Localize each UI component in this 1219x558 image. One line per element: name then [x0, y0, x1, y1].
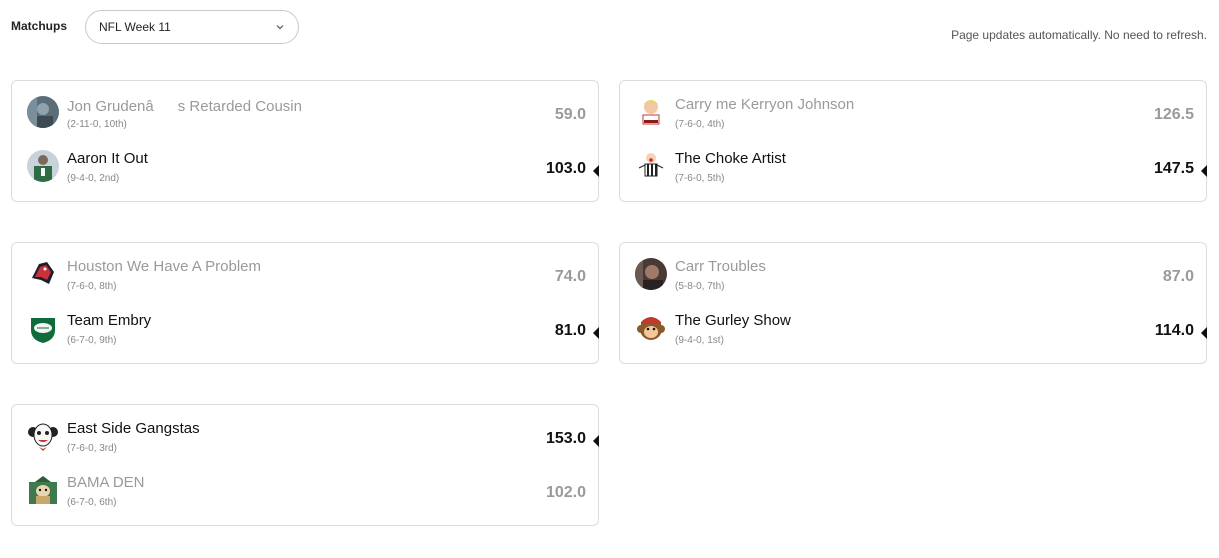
team-score: 59.0 — [554, 106, 586, 123]
team-score: 87.0 — [1162, 268, 1194, 285]
referee-avatar — [635, 150, 667, 182]
team-score: 114.0 — [1154, 322, 1194, 339]
winner-arrow-icon — [593, 165, 599, 177]
football-shield-avatar — [27, 312, 59, 344]
winner-arrow-icon — [1201, 327, 1207, 339]
team-row[interactable]: The Choke Artist (7-6-0, 5th) 147.5 — [620, 143, 1207, 197]
team-record: (6-7-0, 6th) — [67, 497, 117, 508]
green-mascot-avatar — [27, 474, 59, 506]
team-score: 126.5 — [1153, 106, 1194, 123]
team-name[interactable]: Aaron It Out — [67, 150, 148, 167]
team-name[interactable]: The Gurley Show — [675, 312, 791, 329]
team-record: (9-4-0, 2nd) — [67, 173, 120, 184]
monkey-avatar — [635, 312, 667, 344]
team-score: 81.0 — [554, 322, 586, 339]
team-row[interactable]: Carry me Kerryon Johnson (7-6-0, 4th) 12… — [620, 89, 1206, 143]
team-row[interactable]: Houston We Have A Problem (7-6-0, 8th) 7… — [12, 251, 598, 305]
matchup-card[interactable]: Jon Grudenâs Retarded Cousin (2-11-0, … — [11, 80, 599, 202]
team-row[interactable]: Carr Troubles (5-8-0, 7th) 87.0 — [620, 251, 1206, 305]
team-record: (9-4-0, 1st) — [675, 335, 724, 346]
team-score: 74.0 — [554, 268, 586, 285]
matchup-card[interactable]: Carry me Kerryon Johnson (7-6-0, 4th) 12… — [619, 80, 1207, 202]
team-score: 147.5 — [1153, 160, 1194, 177]
team-row[interactable]: Aaron It Out (9-4-0, 2nd) 103.0 — [12, 143, 599, 197]
team-row[interactable]: Jon Grudenâs Retarded Cousin (2-11-0, … — [12, 89, 598, 143]
matchup-card[interactable]: East Side Gangstas (7-6-0, 3rd) 153.0 BA… — [11, 404, 599, 526]
team-row[interactable]: BAMA DEN (6-7-0, 6th) 102.0 — [12, 467, 598, 521]
matchup-card[interactable]: Houston We Have A Problem (7-6-0, 8th) 7… — [11, 242, 599, 364]
team-name[interactable]: The Choke Artist — [675, 150, 786, 167]
team-name[interactable]: Houston We Have A Problem — [67, 258, 261, 275]
matchups-label: Matchups — [11, 19, 68, 33]
team-record: (5-8-0, 7th) — [675, 281, 725, 292]
dark-photo-avatar — [27, 96, 59, 128]
team-score: 102.0 — [545, 484, 586, 501]
winner-arrow-icon — [593, 435, 599, 447]
top-bar: Matchups NFL Week 11 Page updates automa… — [0, 0, 1219, 60]
chevron-down-icon — [276, 25, 284, 30]
auto-update-note: Page updates automatically. No need to r… — [951, 28, 1207, 42]
team-score: 103.0 — [545, 160, 586, 177]
team-name[interactable]: Team Embry — [67, 312, 151, 329]
horse-logo-avatar — [27, 258, 59, 290]
team-record: (6-7-0, 9th) — [67, 335, 117, 346]
team-row[interactable]: East Side Gangstas (7-6-0, 3rd) 153.0 — [12, 413, 599, 467]
green-jersey-avatar — [27, 150, 59, 182]
person-photo-avatar — [635, 258, 667, 290]
team-record: (2-11-0, 10th) — [67, 119, 127, 130]
team-row[interactable]: Team Embry (6-7-0, 9th) 81.0 — [12, 305, 599, 359]
clown-avatar — [27, 420, 59, 452]
team-name[interactable]: BAMA DEN — [67, 474, 145, 491]
week-select[interactable]: NFL Week 11 — [85, 10, 299, 44]
team-score: 153.0 — [545, 430, 586, 447]
team-row[interactable]: The Gurley Show (9-4-0, 1st) 114.0 — [620, 305, 1207, 359]
winner-arrow-icon — [1201, 165, 1207, 177]
matchup-card[interactable]: Carr Troubles (5-8-0, 7th) 87.0 The Gurl… — [619, 242, 1207, 364]
team-record: (7-6-0, 4th) — [675, 119, 725, 130]
team-name[interactable]: East Side Gangstas — [67, 420, 200, 437]
team-record: (7-6-0, 5th) — [675, 173, 725, 184]
team-name[interactable]: Carr Troubles — [675, 258, 766, 275]
cartoon-face-avatar — [635, 96, 667, 128]
team-name[interactable]: Jon Grudenâs Retarded Cousin — [67, 96, 302, 116]
team-record: (7-6-0, 3rd) — [67, 443, 118, 454]
winner-arrow-icon — [593, 327, 599, 339]
team-record: (7-6-0, 8th) — [67, 281, 117, 292]
team-name[interactable]: Carry me Kerryon Johnson — [675, 96, 854, 113]
week-select-value: NFL Week 11 — [99, 20, 171, 34]
